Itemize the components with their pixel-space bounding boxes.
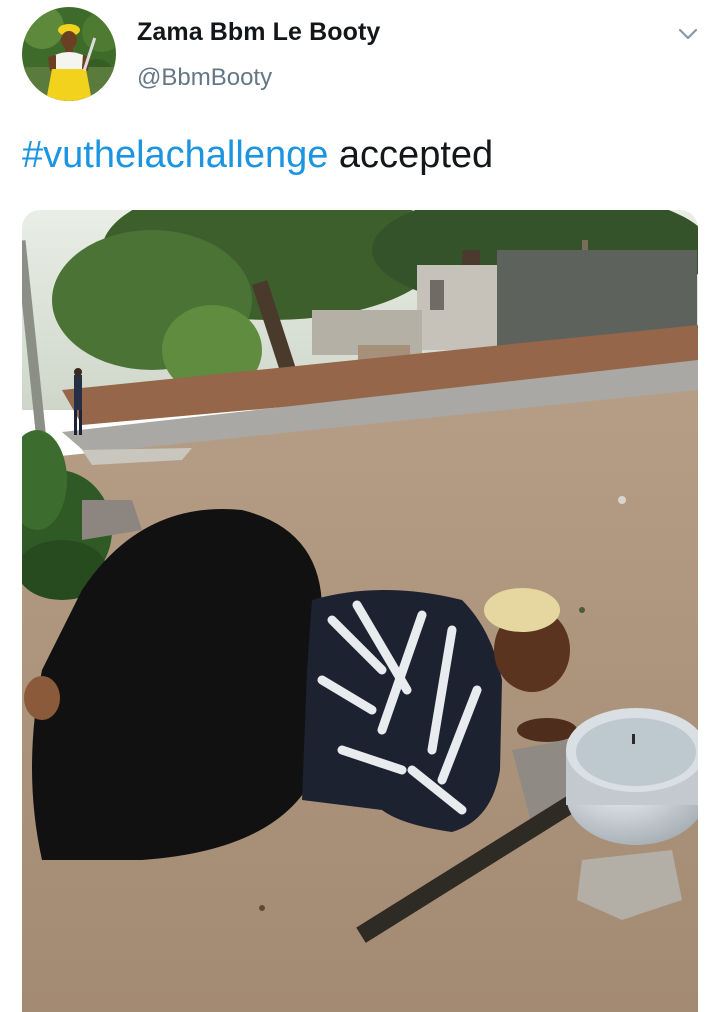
profile-avatar[interactable] [22, 7, 116, 101]
photo-image [22, 210, 698, 1012]
author-display-name[interactable]: Zama Bbm Le Booty [137, 18, 380, 47]
tweet-body-text: accepted [338, 134, 494, 176]
chevron-down-icon[interactable] [676, 22, 700, 46]
tweet-photo[interactable] [22, 210, 698, 1012]
tweet-card: Zama Bbm Le Booty @BbmBooty #vuthelachal… [0, 0, 720, 1012]
hashtag-link[interactable]: #vuthelachallenge [22, 134, 328, 176]
author-handle[interactable]: @BbmBooty [137, 64, 272, 92]
avatar-photo [22, 7, 116, 101]
tweet-text: #vuthelachallenge accepted [22, 132, 493, 178]
